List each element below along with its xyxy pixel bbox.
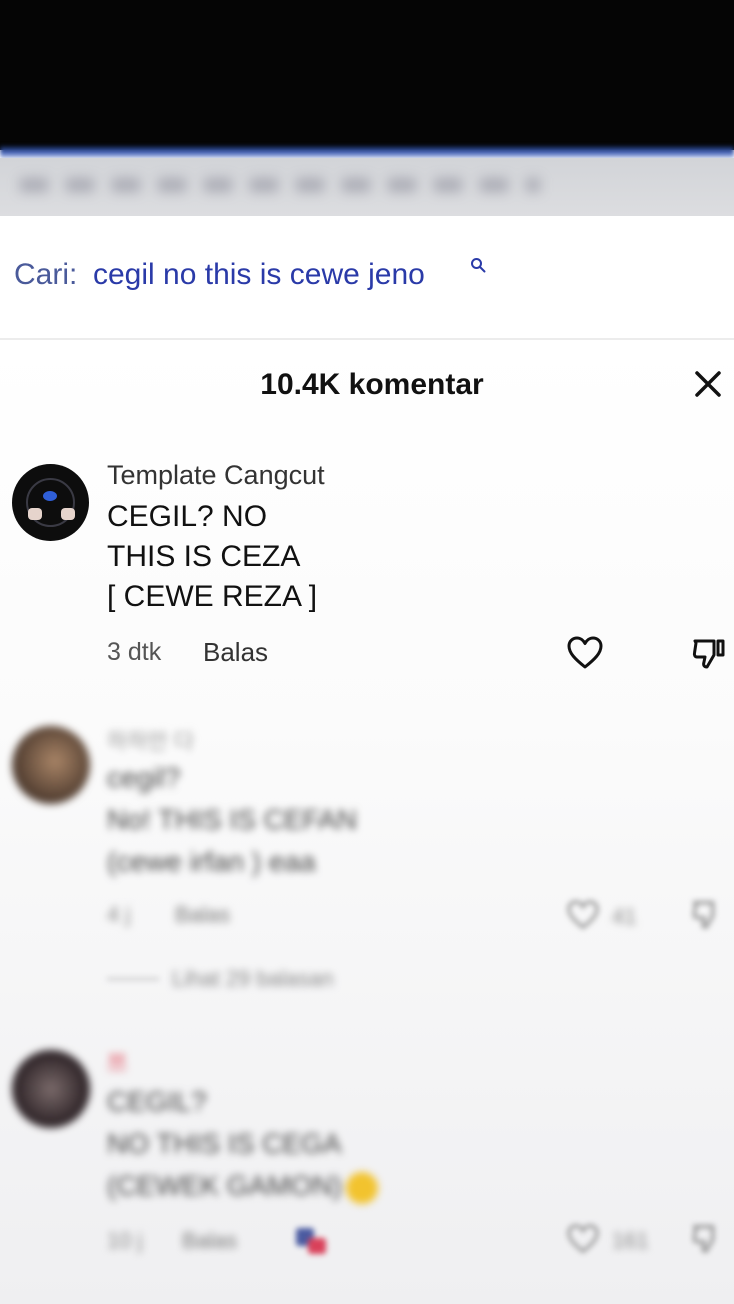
avatar[interactable] bbox=[12, 464, 89, 541]
comment-count-title: 10.4K komentar bbox=[260, 368, 484, 401]
comment-text-line: No! THIS IS CEFAN bbox=[107, 804, 357, 835]
comment-text-line: (cewe irfan ) eaa bbox=[107, 846, 316, 877]
reply-button[interactable]: Balas bbox=[182, 1228, 237, 1254]
comment-text-line: CEGIL? bbox=[107, 1086, 207, 1117]
comment-time: 3 dtk bbox=[107, 638, 162, 666]
comment-text-line: (CEWEK GAMON) bbox=[107, 1170, 342, 1201]
comment-text-line-with-emoji: (CEWEK GAMON) bbox=[107, 1170, 378, 1204]
video-caption-strip bbox=[0, 158, 734, 216]
emoji-icon bbox=[345, 1171, 378, 1204]
heart-icon[interactable] bbox=[566, 900, 600, 930]
comment-text-line: CEGIL? NO bbox=[107, 500, 268, 533]
heart-icon[interactable] bbox=[567, 636, 603, 670]
blurred-caption bbox=[20, 178, 540, 192]
search-query[interactable]: cegil no this is cewe jeno bbox=[93, 258, 425, 292]
dislike-icon[interactable] bbox=[692, 1222, 724, 1254]
comment-text-line: NO THIS IS CEGA bbox=[107, 1128, 342, 1159]
avatar[interactable] bbox=[12, 726, 90, 804]
dislike-icon[interactable] bbox=[692, 898, 724, 930]
avatar-hand-right bbox=[61, 508, 75, 520]
search-prefix: Cari: bbox=[14, 258, 78, 291]
comment-text-line: cegil? bbox=[107, 762, 181, 793]
reply-button[interactable]: Balas bbox=[203, 637, 268, 668]
avatar-hand-left bbox=[28, 508, 42, 520]
comment-username[interactable]: 쯔 bbox=[107, 1046, 127, 1078]
search-icon[interactable] bbox=[470, 257, 486, 273]
comment-username[interactable]: Template Cangcut bbox=[107, 460, 325, 491]
top-dark-area bbox=[0, 0, 734, 150]
heart-icon[interactable] bbox=[566, 1224, 600, 1254]
comment-time: 4 j bbox=[107, 902, 131, 927]
reply-button[interactable]: Balas bbox=[175, 902, 230, 928]
comment-time: 10 j bbox=[107, 1228, 143, 1253]
like-count: 161 bbox=[612, 1228, 649, 1253]
top-edge-glow bbox=[0, 146, 734, 158]
comment-text-line: THIS IS CEZA bbox=[107, 540, 301, 573]
dislike-icon[interactable] bbox=[692, 636, 726, 670]
like-count: 41 bbox=[612, 904, 637, 929]
view-replies-button[interactable]: Lihat 29 balasan bbox=[172, 966, 333, 992]
avatar[interactable] bbox=[12, 1050, 90, 1128]
view-replies-divider bbox=[107, 978, 159, 980]
close-icon[interactable] bbox=[692, 368, 724, 400]
sticker-icon bbox=[296, 1228, 328, 1256]
avatar-eye bbox=[43, 491, 57, 501]
comment-text-line: [ CEWE REZA ] bbox=[107, 580, 318, 613]
comment-username[interactable]: 하하만 다 bbox=[107, 724, 194, 756]
